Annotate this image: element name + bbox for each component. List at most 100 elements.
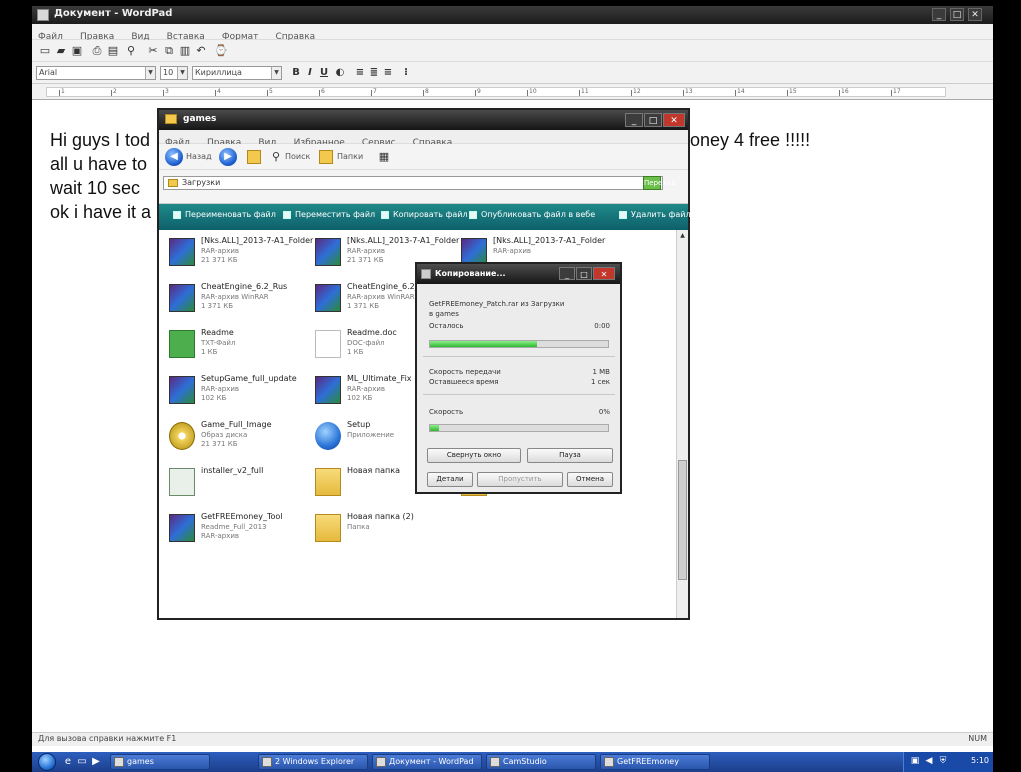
bold-icon[interactable]: B	[290, 66, 302, 80]
minimize-button[interactable]: _	[932, 8, 946, 21]
forward-arrow-icon[interactable]: ▶	[219, 148, 237, 166]
quicklaunch-desktop-icon[interactable]: ▭	[76, 756, 88, 768]
close-button[interactable]: ✕	[968, 8, 982, 21]
file-name: ML_Ultimate_Fix	[347, 374, 412, 383]
taskbar-item-wordpad[interactable]: Документ - WordPad	[372, 754, 482, 770]
go-button[interactable]: Переход	[643, 176, 676, 190]
cancel-button[interactable]: Отмена	[567, 472, 613, 487]
maximize-button[interactable]: □	[576, 267, 592, 280]
maximize-button[interactable]: □	[950, 8, 964, 21]
wordpad-app-icon	[37, 9, 49, 21]
minimize-window-button[interactable]: Свернуть окно	[427, 448, 521, 463]
total-progress-bar	[429, 424, 609, 432]
script-combo[interactable]: Кириллица ▼	[192, 66, 282, 80]
font-name-combo[interactable]: Arial ▼	[36, 66, 156, 80]
address-input[interactable]: Загрузки	[163, 176, 663, 190]
security-shield-icon[interactable]: ⛨	[938, 756, 948, 766]
find-binoculars-icon[interactable]: ⚲	[124, 44, 138, 58]
task-publish-file[interactable]: Опубликовать файл в вебе	[469, 210, 595, 219]
new-document-icon[interactable]: ▭	[38, 44, 52, 58]
time-left-value: 0:00	[594, 322, 610, 330]
close-button[interactable]: ✕	[593, 267, 615, 280]
align-left-icon[interactable]: ≡	[354, 66, 366, 80]
task-delete-file[interactable]: Удалить файл	[619, 210, 691, 219]
file-name: Новая папка	[347, 466, 400, 475]
paste-icon[interactable]: ▥	[178, 44, 192, 58]
taskbar-item-getfreemoney[interactable]: GetFREEmoney	[600, 754, 710, 770]
align-right-icon[interactable]: ≡	[382, 66, 394, 80]
open-folder-icon[interactable]: ▰	[54, 44, 68, 58]
italic-icon[interactable]: I	[304, 66, 316, 80]
task-copy-file[interactable]: Копировать файл	[381, 210, 468, 219]
maximize-button[interactable]: □	[644, 113, 662, 127]
network-icon[interactable]: ▣	[910, 756, 920, 766]
up-folder-icon[interactable]	[247, 150, 261, 164]
align-center-icon[interactable]: ≣	[368, 66, 380, 80]
folders-icon[interactable]	[319, 150, 333, 164]
ruler-tick	[787, 90, 788, 96]
close-button[interactable]: ✕	[663, 113, 685, 127]
ruler-strip[interactable]: 1 2 3 4 5 6 7 8 9 10 11 12 13 14 15 16 17	[46, 87, 946, 97]
cut-icon[interactable]: ✂	[146, 44, 160, 58]
chevron-down-icon[interactable]: ▼	[271, 67, 281, 79]
insert-datetime-icon[interactable]: ⌚	[214, 44, 228, 58]
taskbar-item-explorer[interactable]: 2 Windows Explorer	[258, 754, 368, 770]
pause-button[interactable]: Пауза	[527, 448, 613, 463]
underline-icon[interactable]: U	[318, 66, 330, 80]
explorer-titlebar[interactable]: games _ □ ✕	[159, 110, 688, 130]
quicklaunch-ie-icon[interactable]: e	[62, 756, 74, 768]
font-size-combo[interactable]: 10 ▼	[160, 66, 188, 80]
ruler-tick	[319, 90, 320, 96]
back-arrow-icon[interactable]: ◀	[165, 148, 183, 166]
start-button[interactable]	[38, 753, 56, 771]
wordpad-titlebar[interactable]: Документ - WordPad _ □ ✕	[32, 6, 993, 24]
copy-icon	[381, 211, 389, 219]
print-icon[interactable]: ⎙	[90, 44, 104, 58]
file-item[interactable]: [Nks.ALL]_2013-7-A1_Folder RAR-архив 21 37…	[165, 234, 315, 278]
file-item[interactable]: Game_Full_Image Образ диска 21 371 КБ	[165, 418, 315, 462]
ruler-tick	[839, 90, 840, 96]
task-move-file[interactable]: Переместить файл	[283, 210, 375, 219]
file-item[interactable]: SetupGame_full_update RAR-архив 102 КБ	[165, 372, 315, 416]
file-meta: 21 371 КБ	[347, 256, 384, 264]
undo-icon[interactable]: ↶	[194, 44, 208, 58]
chevron-down-icon[interactable]: ▼	[177, 67, 187, 79]
file-item[interactable]: installer_v2_full	[165, 464, 315, 508]
details-button[interactable]: Детали	[427, 472, 473, 487]
folder-icon	[315, 514, 341, 542]
camstudio-icon	[490, 757, 500, 767]
ruler-tick	[579, 90, 580, 96]
copy-dialog-titlebar[interactable]: Копирование... _ □ ✕	[417, 264, 620, 284]
taskbar-item-camstudio[interactable]: CamStudio	[486, 754, 596, 770]
views-icon[interactable]: ▦	[377, 150, 391, 164]
print-preview-icon[interactable]: ▤	[106, 44, 120, 58]
file-item[interactable]: CheatEngine_6.2_Rus RAR-архив WinRAR 1 371…	[165, 280, 315, 324]
file-item[interactable]: Readme TXT-Файл 1 КБ	[165, 326, 315, 370]
ruler-tick-label: 15	[789, 88, 797, 95]
explorer-icon	[262, 757, 272, 767]
task-rename-file[interactable]: Переименовать файл	[173, 210, 276, 219]
save-disk-icon[interactable]: ▣	[70, 44, 84, 58]
chevron-down-icon[interactable]: ▼	[145, 67, 155, 79]
ruler-tick	[735, 90, 736, 96]
file-item[interactable]: Новая папка (2) Папка	[311, 510, 461, 554]
folders-label[interactable]: Папки	[337, 152, 363, 161]
text-color-icon[interactable]: ◐	[334, 66, 346, 80]
copy-source-text: GetFREEmoney_Patch.rar из Загрузки	[429, 300, 565, 308]
minimize-button[interactable]: _	[559, 267, 575, 280]
scroll-up-arrow-icon[interactable]: ▲	[678, 232, 687, 241]
taskbar-item-games[interactable]: games	[110, 754, 210, 770]
bullets-icon[interactable]: ⁝	[400, 66, 412, 80]
skip-button[interactable]: Пропустить	[477, 472, 563, 487]
search-icon[interactable]: ⚲	[269, 150, 283, 164]
file-item[interactable]: GetFREEmoney_Tool Readme_Full_2013 RAR-арх…	[165, 510, 315, 554]
search-label[interactable]: Поиск	[285, 152, 310, 161]
quicklaunch-media-icon[interactable]: ▶	[90, 756, 102, 768]
minimize-button[interactable]: _	[625, 113, 643, 127]
scrollbar-thumb[interactable]	[678, 460, 687, 580]
tray-clock[interactable]: 5:10	[971, 756, 989, 765]
volume-icon[interactable]: ◀	[924, 756, 934, 766]
copy-icon[interactable]: ⧉	[162, 44, 176, 58]
file-name: [Nks.ALL]_2013-7-A1_Folder	[201, 236, 314, 245]
vertical-scrollbar[interactable]: ▲	[676, 230, 688, 618]
